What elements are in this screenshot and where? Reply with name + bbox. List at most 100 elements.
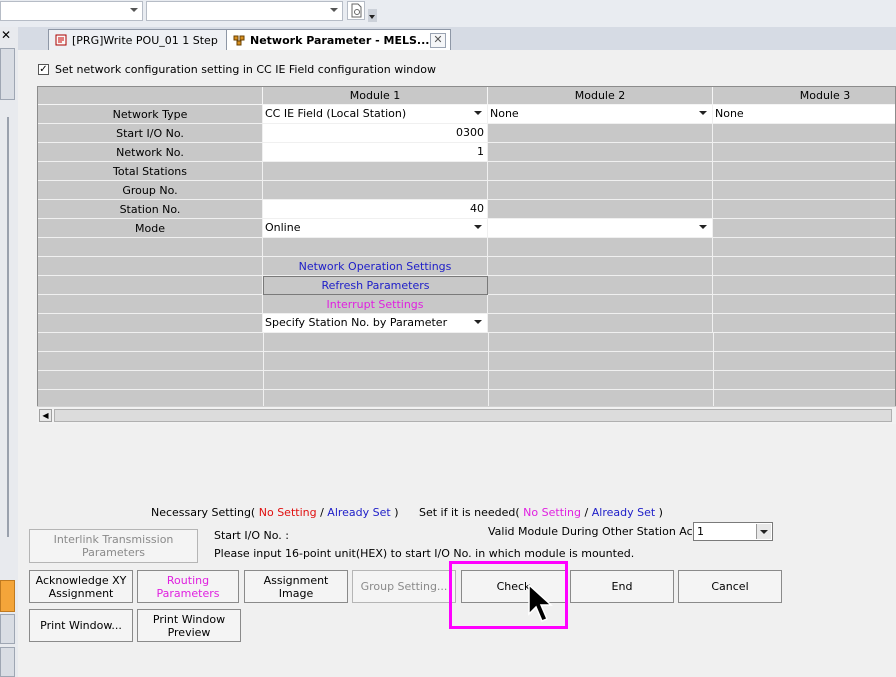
legend-no-setting-2: No Setting: [523, 506, 582, 519]
interrupt-module-2-cell: [488, 295, 713, 314]
panel-close-icon[interactable]: ✕: [1, 28, 11, 42]
column-header-module-1: Module 1: [263, 87, 488, 105]
mode-module-1-value: Online: [265, 221, 301, 234]
station-no-module-1-input[interactable]: 40: [263, 200, 488, 219]
toolbar: [0, 0, 896, 28]
print-window-preview-button[interactable]: Print Window Preview: [137, 609, 241, 642]
network-type-module-3-value: None: [715, 107, 744, 120]
specify-station-module-3-cell: [713, 314, 895, 333]
horizontal-scrollbar[interactable]: ◀: [37, 406, 896, 424]
necessary-setting-label: Necessary Setting(: [151, 506, 256, 519]
row-label-specify-station: [38, 314, 263, 333]
empty-row: [38, 390, 895, 407]
tab-network-parameter[interactable]: Network Parameter - MELS... ✕: [226, 29, 451, 50]
group-setting-button[interactable]: Group Setting...: [352, 570, 456, 603]
panel-active-item[interactable]: [0, 580, 15, 612]
specify-station-select[interactable]: Specify Station No. by Parameter: [263, 314, 488, 333]
scroll-left-icon[interactable]: ◀: [39, 409, 52, 422]
panel-block-mid[interactable]: [0, 614, 15, 644]
toolbar-combo-2[interactable]: [146, 1, 343, 21]
group-no-module-2-cell: [488, 181, 713, 200]
column-header-module-2: Module 2: [488, 87, 713, 105]
mode-module-2-select[interactable]: [488, 219, 713, 238]
mode-module-1-select[interactable]: Online: [263, 219, 488, 238]
refresh-parameters-button[interactable]: Refresh Parameters: [263, 276, 488, 295]
assignment-image-button[interactable]: Assignment Image: [244, 570, 348, 603]
start-io-info-hint: Please input 16-point unit(HEX) to start…: [214, 547, 635, 560]
print-window-button[interactable]: Print Window...: [29, 609, 133, 642]
refresh-module-2-cell: [488, 276, 713, 295]
panel-block-top[interactable]: [0, 48, 15, 100]
legend-already-set: Already Set: [327, 506, 391, 519]
start-io-module-3-cell: [713, 124, 895, 143]
set-if-needed-legend: Set if it is needed( No Setting / Alread…: [419, 506, 663, 519]
acknowledge-xy-assignment-button[interactable]: Acknowledge XY Assignment: [29, 570, 133, 603]
tab-program-label: [PRG]Write POU_01 1 Step: [72, 33, 218, 47]
group-no-module-3-cell: [713, 181, 895, 200]
network-type-module-2-value: None: [490, 107, 519, 120]
chevron-down-icon: [699, 111, 707, 115]
specify-station-module-2-cell: [488, 314, 713, 333]
set-if-needed-label: Set if it is needed(: [419, 506, 520, 519]
station-no-module-3-cell: [713, 200, 895, 219]
legend-close-paren: ): [394, 506, 399, 519]
station-no-module-2-cell: [488, 200, 713, 219]
scroll-thumb[interactable]: [54, 409, 892, 422]
start-io-info-label: Start I/O No. :: [214, 529, 289, 542]
cancel-button[interactable]: Cancel: [678, 570, 782, 603]
valid-module-select[interactable]: 1: [693, 522, 773, 541]
blank-1-module-3-cell: [713, 238, 895, 257]
network-type-module-2-select[interactable]: None: [488, 105, 713, 124]
settings-checkbox-row[interactable]: ✓ Set network configuration setting in C…: [38, 63, 436, 76]
routing-parameters-button[interactable]: Routing Parameters: [137, 570, 239, 603]
empty-row: [38, 352, 895, 371]
interlink-transmission-parameters-button[interactable]: Interlink Transmission Parameters: [29, 529, 198, 563]
column-header-module-3: Module 3: [713, 87, 895, 105]
grid-divider: [488, 333, 489, 407]
network-operation-settings-button[interactable]: Network Operation Settings: [263, 257, 488, 276]
tab-bar: [PRG]Write POU_01 1 Step Network Paramet…: [18, 27, 896, 51]
chevron-down-icon: [474, 320, 482, 324]
chevron-down-icon: [474, 225, 482, 229]
network-type-module-1-select[interactable]: CC IE Field (Local Station): [263, 105, 488, 124]
row-label-total-stations: Total Stations: [38, 162, 263, 181]
document-icon[interactable]: [347, 1, 365, 20]
row-label-network-type: Network Type: [38, 105, 263, 124]
network-type-module-1-value: CC IE Field (Local Station): [265, 107, 407, 120]
network-icon: [233, 35, 245, 46]
interrupt-settings-button[interactable]: Interrupt Settings: [263, 295, 488, 314]
start-io-module-2-cell: [488, 124, 713, 143]
network-type-module-3-select[interactable]: None: [713, 105, 895, 124]
start-io-module-1-input[interactable]: 0300: [263, 124, 488, 143]
grid-divider: [713, 333, 714, 407]
row-label-interrupt: [38, 295, 263, 314]
panel-block-bottom[interactable]: [0, 647, 15, 677]
legend-no-setting: No Setting: [258, 506, 317, 519]
total-stations-module-2-cell: [488, 162, 713, 181]
necessary-setting-legend: Necessary Setting( No Setting / Already …: [151, 506, 399, 519]
settings-checkbox[interactable]: ✓: [38, 64, 49, 75]
row-label-mode: Mode: [38, 219, 263, 238]
network-no-module-1-input[interactable]: 1: [263, 143, 488, 162]
toolbar-dropdown-icon[interactable]: [368, 9, 377, 22]
total-stations-module-3-cell: [713, 162, 895, 181]
empty-row: [38, 371, 895, 390]
toolbar-combo-1[interactable]: [0, 1, 143, 21]
grid-divider: [263, 333, 264, 407]
chevron-down-icon: [756, 524, 771, 539]
network-operation-module-2-cell: [488, 257, 713, 276]
valid-module-label: Valid Module During Other Station Access: [488, 525, 717, 538]
row-label-blank-1: [38, 238, 263, 257]
legend-already-set-2: Already Set: [591, 506, 656, 519]
row-label-refresh: [38, 276, 263, 295]
parameter-grid: Module 1 Module 2 Module 3 Network Type …: [37, 86, 896, 423]
group-no-module-1-cell: [263, 181, 488, 200]
legend-close-paren-2: ): [658, 506, 663, 519]
end-button[interactable]: End: [570, 570, 674, 603]
valid-module-value: 1: [697, 525, 704, 538]
tab-close-icon[interactable]: ✕: [430, 33, 446, 48]
tab-program[interactable]: [PRG]Write POU_01 1 Step: [48, 29, 228, 50]
program-icon: [55, 34, 67, 46]
total-stations-module-1-cell: [263, 162, 488, 181]
settings-checkbox-label: Set network configuration setting in CC …: [55, 63, 436, 76]
